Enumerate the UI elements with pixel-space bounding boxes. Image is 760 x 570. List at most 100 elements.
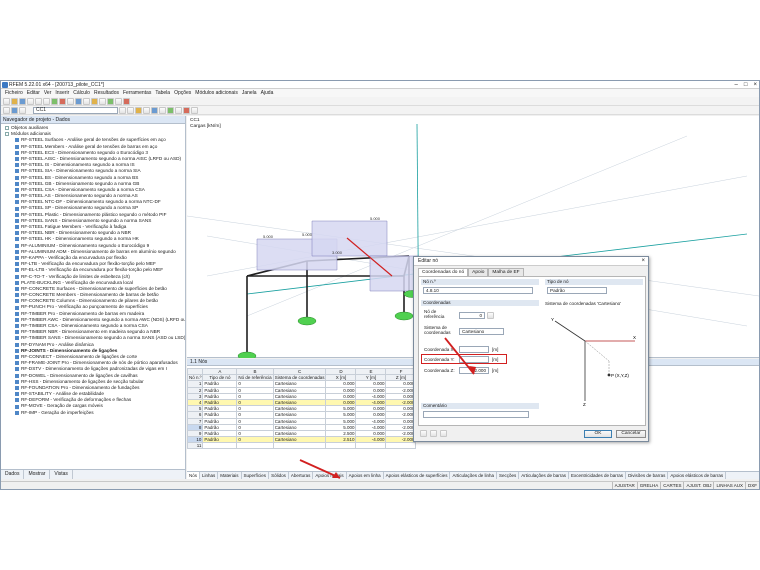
save-icon[interactable]: [19, 97, 26, 105]
x-view-icon[interactable]: [151, 106, 158, 114]
maximize-icon[interactable]: □: [744, 81, 748, 89]
menu-opcoes[interactable]: Opções: [174, 90, 191, 96]
sheet-tab[interactable]: Apoios em linha: [347, 472, 384, 479]
view-icon[interactable]: [75, 97, 82, 105]
menu-tabela[interactable]: Tabela: [155, 90, 170, 96]
minimize-icon[interactable]: –: [735, 81, 738, 89]
menu-calculo[interactable]: Cálculo: [73, 90, 90, 96]
sheet-tab[interactable]: Excentricidades de barras: [569, 472, 627, 479]
cell-no[interactable]: 11: [186, 442, 204, 450]
sheet-tab[interactable]: Sólidos: [269, 472, 289, 479]
wireframe-icon[interactable]: [175, 106, 182, 114]
ref-node-field[interactable]: 0: [459, 312, 485, 319]
comment-field[interactable]: [423, 411, 529, 418]
display-icon[interactable]: [135, 106, 142, 114]
zoom-icon[interactable]: [67, 97, 74, 105]
sheet-tab[interactable]: Divisões de barras: [626, 472, 669, 479]
redo-icon[interactable]: [43, 97, 50, 105]
cell-sys[interactable]: [272, 442, 327, 450]
z-view-icon[interactable]: [167, 106, 174, 114]
tab-malha[interactable]: Malha de EF: [488, 268, 524, 276]
status-toggle[interactable]: CARTES: [660, 482, 683, 489]
print-icon[interactable]: [27, 97, 34, 105]
navigator-item[interactable]: RF-IMP - Geração de imperfeições: [1, 410, 185, 416]
node-type-select[interactable]: Padrão: [547, 287, 607, 294]
menu-inserir[interactable]: Inserir: [55, 90, 69, 96]
cancel-button[interactable]: Cancelar: [616, 430, 646, 438]
module-icon: [15, 305, 19, 310]
sheet-tab[interactable]: Apoios elásticos de superfícies: [384, 472, 451, 479]
member-icon[interactable]: [107, 97, 114, 105]
tab-mostrar[interactable]: Mostrar: [24, 470, 51, 479]
calculate-icon[interactable]: [51, 97, 58, 105]
cell-type[interactable]: [202, 442, 238, 450]
info-icon[interactable]: [440, 430, 447, 437]
sheet-tab[interactable]: Secções: [497, 472, 520, 479]
menu-editar[interactable]: Editar: [27, 90, 40, 96]
cell-z[interactable]: [385, 442, 417, 450]
prev-icon[interactable]: [119, 106, 126, 114]
menu-ficheiro[interactable]: Ficheiro: [5, 90, 23, 96]
menu-resultados[interactable]: Resultados: [94, 90, 119, 96]
tab-coordenadas[interactable]: Coordenadas do nó: [418, 268, 469, 276]
status-toggle[interactable]: DXF: [745, 482, 759, 489]
menu-ajuda[interactable]: Ajuda: [261, 90, 274, 96]
cell-y[interactable]: [355, 442, 387, 450]
tab-apoio[interactable]: Apoio: [468, 268, 489, 276]
sheet-tab[interactable]: Articulações de linha: [450, 472, 497, 479]
cell-ref[interactable]: [236, 442, 274, 450]
undo-icon[interactable]: [35, 97, 42, 105]
ref-node-label: Nó de referência: [424, 309, 445, 319]
grid-icon[interactable]: [99, 97, 106, 105]
sheet-tab[interactable]: Linhas: [200, 472, 219, 479]
new-icon[interactable]: [3, 97, 10, 105]
sheet-tab[interactable]: Materiais: [218, 472, 242, 479]
close-icon[interactable]: ×: [753, 81, 757, 89]
solid-icon[interactable]: [183, 106, 190, 114]
y-view-icon[interactable]: [159, 106, 166, 114]
node-no-field[interactable]: 4.8.10: [423, 287, 533, 294]
tab-vistas[interactable]: Vistas: [50, 470, 73, 479]
ok-button[interactable]: OK: [584, 430, 612, 438]
close-icon[interactable]: ×: [641, 257, 645, 266]
status-toggle[interactable]: GRELHA: [636, 482, 661, 489]
iso-view-icon[interactable]: [143, 106, 150, 114]
z-field[interactable]: -2.000: [459, 367, 489, 374]
module-icon: [15, 231, 19, 236]
menu-ferramentas[interactable]: Ferramentas: [123, 90, 151, 96]
render-icon[interactable]: [83, 97, 90, 105]
sheet-tab[interactable]: Aberturas: [289, 472, 314, 479]
loadcase-select[interactable]: CC1: [33, 106, 118, 114]
status-toggle[interactable]: AJUSTAR: [611, 482, 637, 489]
support-icon[interactable]: [115, 97, 122, 105]
coord-sys-select[interactable]: Cartesiano: [459, 328, 504, 335]
menu-modulos[interactable]: Módulos adicionais: [195, 90, 238, 96]
node-icon[interactable]: [11, 106, 18, 114]
sheet-tab[interactable]: Articulações de barras: [519, 472, 570, 479]
sheet-tab[interactable]: Apoios nodais: [313, 472, 347, 479]
load-icon[interactable]: [123, 97, 130, 105]
check-icon[interactable]: [430, 430, 437, 437]
status-toggle[interactable]: LINHAS AUX: [713, 482, 745, 489]
results-icon[interactable]: [59, 97, 66, 105]
menu-ver[interactable]: Ver: [44, 90, 52, 96]
menu-janela[interactable]: Janela: [242, 90, 257, 96]
pick-node-icon[interactable]: [487, 312, 494, 319]
x-field[interactable]: [459, 346, 489, 353]
help-icon[interactable]: [420, 430, 427, 437]
tab-dados[interactable]: Dados: [1, 470, 25, 479]
open-icon[interactable]: [11, 97, 18, 105]
sheet-tab[interactable]: Apoios elásticos de barras: [668, 472, 727, 479]
highlight-box: [421, 354, 507, 364]
sheet-tab[interactable]: Superfícies: [242, 472, 270, 479]
table-row[interactable]: 11: [186, 442, 417, 450]
select-icon[interactable]: [3, 106, 10, 114]
line-icon[interactable]: [19, 106, 26, 114]
module-icon: [15, 194, 19, 199]
cell-x[interactable]: [325, 442, 357, 450]
status-toggle[interactable]: AJUST. OBJ: [683, 482, 713, 489]
module-icon[interactable]: [91, 97, 98, 105]
measure-icon[interactable]: [191, 106, 198, 114]
sheet-tab[interactable]: Nós: [187, 472, 201, 479]
next-icon[interactable]: [127, 106, 134, 114]
